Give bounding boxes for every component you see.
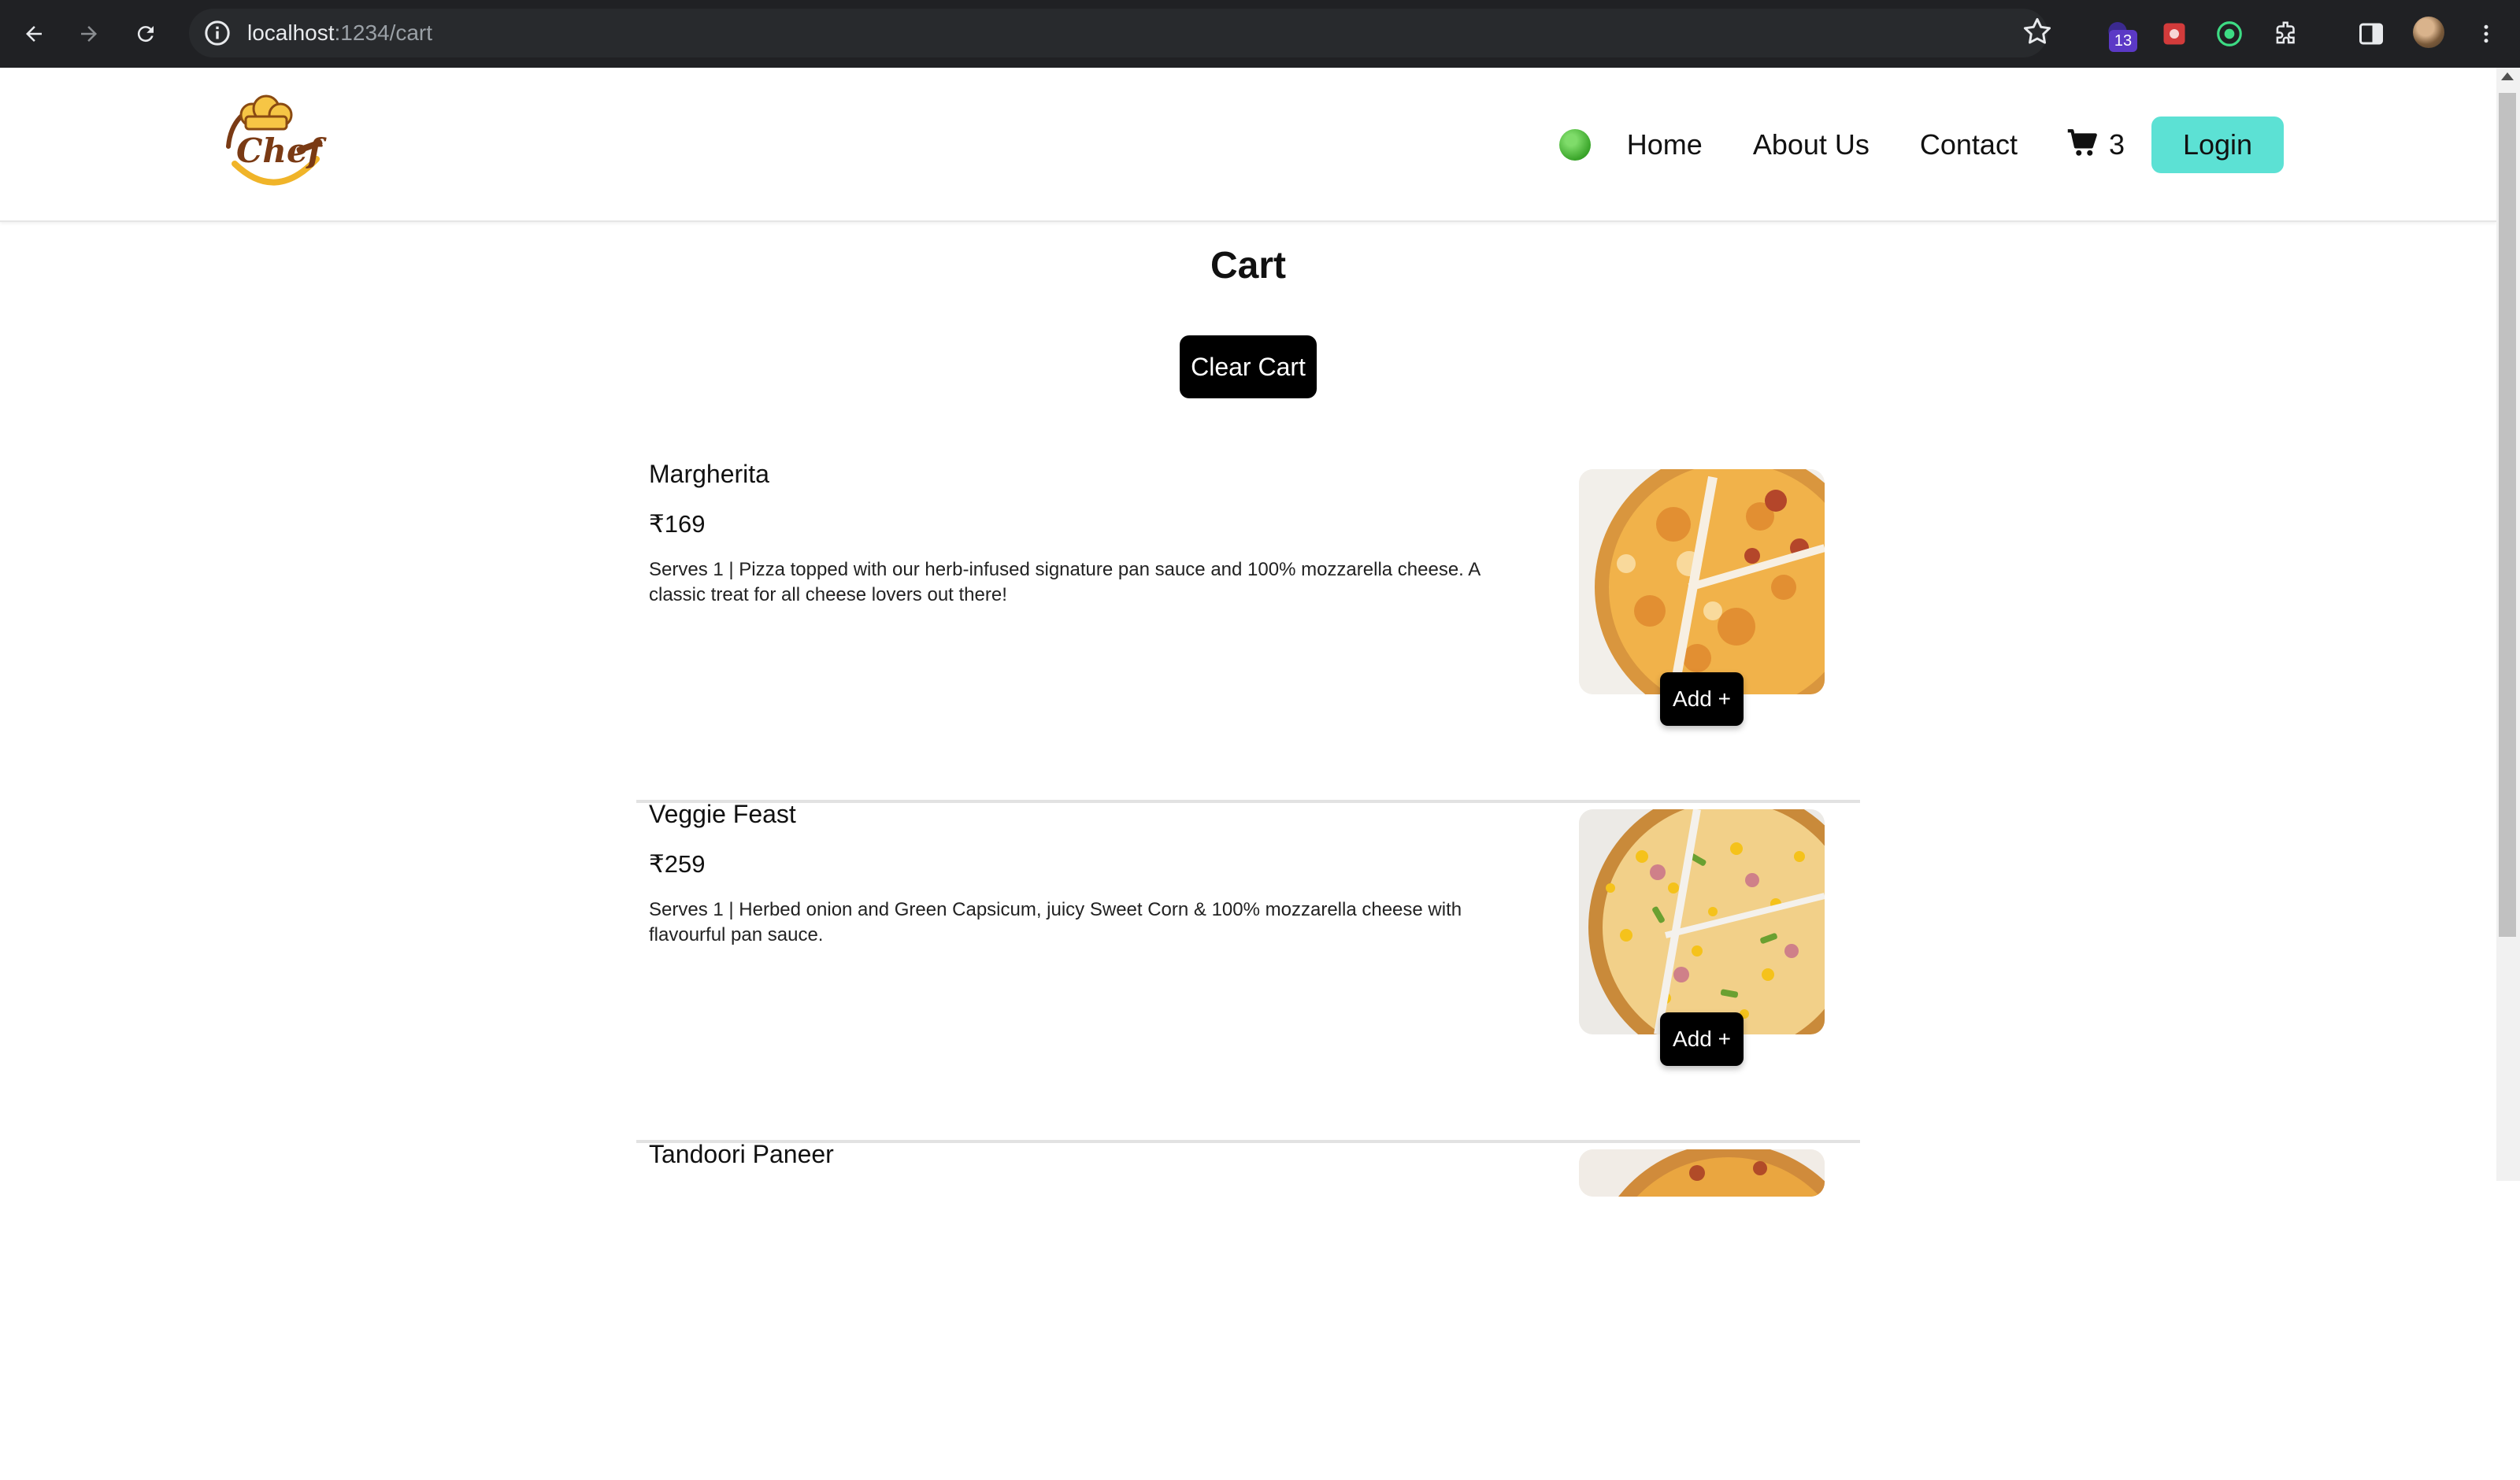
clear-cart-button[interactable]: Clear Cart: [1180, 335, 1317, 398]
cart-count: 3: [2108, 128, 2125, 161]
add-item-button[interactable]: Add +: [1660, 1012, 1744, 1066]
chef-logo[interactable]: Chef: [220, 91, 331, 194]
forward-icon[interactable]: [69, 14, 109, 54]
cart-icon: [2066, 128, 2099, 162]
scrollbar-thumb[interactable]: [2499, 93, 2516, 937]
extension-badge: 13: [2109, 30, 2137, 52]
site-info-icon[interactable]: [202, 17, 233, 49]
bookmark-star-icon[interactable]: [2020, 14, 2055, 49]
menu-kebab-icon[interactable]: [2466, 14, 2506, 54]
url-path: :1234/cart: [334, 20, 433, 45]
url-host: localhost: [247, 20, 335, 45]
nav-cart[interactable]: 3: [2066, 128, 2125, 162]
item-name: Veggie Feast: [649, 800, 796, 828]
url-text: localhost:1234/cart: [247, 9, 432, 57]
nav-about-us[interactable]: About Us: [1753, 128, 1870, 161]
item-image-pizza: [1579, 1149, 1825, 1197]
item-description: Serves 1 | Pizza topped with our herb-in…: [649, 559, 1480, 605]
item-image-pizza: [1579, 469, 1825, 694]
login-button[interactable]: Login: [2151, 117, 2284, 173]
cart-item: Tandoori Paneer: [636, 1140, 1860, 1480]
page-title: Cart: [1210, 245, 1287, 287]
site-header: Chef Home About Us Contact 3 Login: [0, 68, 2496, 222]
side-panel-icon[interactable]: [2351, 14, 2391, 54]
item-price: ₹169: [649, 510, 706, 538]
back-icon[interactable]: [14, 14, 54, 54]
online-status-icon: [1558, 129, 1591, 161]
add-item-button[interactable]: Add +: [1660, 672, 1744, 726]
item-image-pizza: [1579, 809, 1825, 1034]
extension-red-icon[interactable]: [2155, 14, 2194, 54]
scroll-up-arrow-icon[interactable]: [2501, 72, 2514, 80]
extensions-puzzle-icon[interactable]: [2266, 14, 2306, 54]
reload-icon[interactable]: [126, 14, 165, 54]
item-name: Margherita: [649, 460, 769, 488]
address-bar[interactable]: localhost:1234/cart: [189, 9, 2048, 57]
profile-avatar[interactable]: [2413, 17, 2444, 48]
extension-green-target-icon[interactable]: [2210, 14, 2249, 54]
main-nav: Home About Us Contact 3 Login: [1558, 117, 2284, 173]
item-name: Tandoori Paneer: [649, 1140, 834, 1168]
cart-item: Margherita ₹169 Serves 1 | Pizza topped …: [636, 460, 1860, 803]
nav-home[interactable]: Home: [1627, 128, 1703, 161]
nav-contact[interactable]: Contact: [1920, 128, 2018, 161]
page-viewport: Chef Home About Us Contact 3 Login Cart …: [0, 68, 2496, 1197]
cart-item: Veggie Feast ₹259 Serves 1 | Herbed onio…: [636, 800, 1860, 1143]
item-description: Serves 1 | Herbed onion and Green Capsic…: [649, 899, 1462, 945]
browser-toolbar: localhost:1234/cart 13: [0, 0, 2520, 68]
svg-text:Chef: Chef: [236, 131, 328, 170]
item-price: ₹259: [649, 850, 706, 878]
